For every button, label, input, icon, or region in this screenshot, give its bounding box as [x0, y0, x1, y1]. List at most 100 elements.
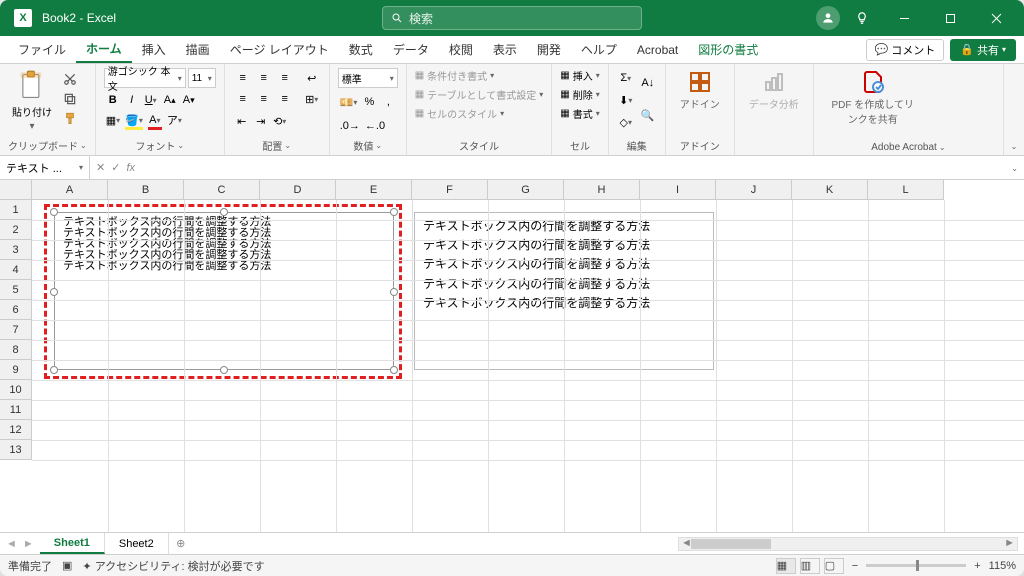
row-header[interactable]: 10	[0, 380, 32, 400]
accessibility-status[interactable]: ✦ アクセシビリティ: 検討が必要です	[82, 558, 264, 574]
expand-formula-icon[interactable]: ⌄	[1005, 162, 1024, 174]
number-format-select[interactable]: 標準▾	[338, 68, 398, 88]
row-header[interactable]: 6	[0, 300, 32, 320]
merge-cells-icon[interactable]: ⊞▾	[303, 89, 321, 109]
tab-表示[interactable]: 表示	[483, 36, 527, 63]
fx-icon[interactable]: fx	[126, 162, 135, 174]
decrease-font-icon[interactable]: A▾	[180, 90, 198, 110]
find-select-icon[interactable]: 🔍	[639, 100, 657, 130]
close-button[interactable]	[976, 0, 1016, 36]
autosum-icon[interactable]: Σ▾	[617, 68, 635, 88]
italic-button[interactable]: I	[123, 90, 141, 110]
create-pdf-button[interactable]: PDF を作成してリンクを共有	[822, 68, 924, 128]
textbox-compact[interactable]: テキストボックス内の行間を調整する方法テキストボックス内の行間を調整する方法テキ…	[54, 212, 394, 370]
normal-view-icon[interactable]: ▦	[776, 558, 796, 574]
comments-button[interactable]: 💬 コメント	[866, 39, 945, 61]
comma-icon[interactable]: ,	[379, 92, 397, 112]
font-size-select[interactable]: 11▾	[188, 68, 216, 88]
font-name-select[interactable]: 游ゴシック 本文▾	[104, 68, 186, 88]
format-as-table-button[interactable]: ▦ テーブルとして書式設定 ▾	[415, 87, 544, 102]
tab-図形の書式[interactable]: 図形の書式	[688, 36, 768, 63]
conditional-format-button[interactable]: ▦ 条件付き書式 ▾	[415, 68, 494, 83]
column-header[interactable]: B	[108, 180, 184, 200]
tab-数式[interactable]: 数式	[339, 36, 383, 63]
resize-handle[interactable]	[390, 366, 398, 374]
row-header[interactable]: 3	[0, 240, 32, 260]
tab-ファイル[interactable]: ファイル	[8, 36, 76, 63]
fill-color-button[interactable]: 🪣▾	[123, 110, 145, 130]
format-cells-button[interactable]: ▦ 書式 ▾	[560, 106, 599, 121]
cancel-icon[interactable]: ✕	[96, 161, 105, 174]
tab-データ[interactable]: データ	[383, 36, 439, 63]
tab-ヘルプ[interactable]: ヘルプ	[571, 36, 627, 63]
align-right-icon[interactable]: ≡	[275, 89, 295, 109]
addin-button[interactable]: アドイン	[674, 68, 726, 113]
add-sheet-button[interactable]: ⊕	[169, 537, 193, 550]
row-header[interactable]: 7	[0, 320, 32, 340]
zoom-out-button[interactable]: −	[852, 560, 858, 572]
column-header[interactable]: J	[716, 180, 792, 200]
sort-filter-icon[interactable]: A↓	[639, 68, 657, 98]
cut-icon[interactable]	[60, 70, 80, 88]
underline-button[interactable]: U▾	[142, 90, 160, 110]
user-avatar[interactable]	[816, 6, 840, 30]
decrease-decimal-icon[interactable]: ←.0	[363, 116, 387, 136]
sheet-tab[interactable]: Sheet1	[40, 533, 105, 554]
phonetic-button[interactable]: ア▾	[165, 110, 184, 130]
tab-描画[interactable]: 描画	[176, 36, 220, 63]
row-header[interactable]: 2	[0, 220, 32, 240]
name-box[interactable]: テキスト ...▾	[0, 156, 90, 179]
search-box[interactable]: 検索	[382, 6, 642, 30]
spreadsheet-grid[interactable]: ABCDEFGHIJKL 12345678910111213 テキストボックス内…	[0, 180, 1024, 532]
copy-icon[interactable]	[60, 90, 80, 108]
maximize-button[interactable]	[930, 0, 970, 36]
align-left-icon[interactable]: ≡	[233, 89, 253, 109]
row-header[interactable]: 4	[0, 260, 32, 280]
sheet-tab[interactable]: Sheet2	[105, 533, 169, 554]
column-header[interactable]: I	[640, 180, 716, 200]
column-header[interactable]: G	[488, 180, 564, 200]
delete-cells-button[interactable]: ▦ 削除 ▾	[560, 87, 599, 102]
share-button[interactable]: 🔒 共有 ▾	[950, 39, 1016, 61]
page-break-view-icon[interactable]: ▢	[824, 558, 844, 574]
row-header[interactable]: 11	[0, 400, 32, 420]
increase-decimal-icon[interactable]: .0→	[338, 116, 362, 136]
increase-font-icon[interactable]: A▴	[161, 90, 179, 110]
zoom-level[interactable]: 115%	[989, 560, 1016, 572]
column-header[interactable]: E	[336, 180, 412, 200]
zoom-in-button[interactable]: +	[974, 560, 980, 572]
row-header[interactable]: 8	[0, 340, 32, 360]
align-center-icon[interactable]: ≡	[254, 89, 274, 109]
zoom-slider[interactable]	[866, 564, 966, 567]
cell-styles-button[interactable]: ▦ セルのスタイル ▾	[415, 106, 504, 121]
align-middle-icon[interactable]: ≡	[254, 68, 274, 88]
row-header[interactable]: 13	[0, 440, 32, 460]
lightbulb-icon[interactable]	[846, 2, 878, 34]
resize-handle[interactable]	[50, 366, 58, 374]
tab-開発[interactable]: 開発	[527, 36, 571, 63]
resize-handle[interactable]	[220, 366, 228, 374]
orientation-icon[interactable]: ⟲▾	[271, 111, 289, 131]
fill-icon[interactable]: ⬇▾	[617, 90, 635, 110]
column-header[interactable]: D	[260, 180, 336, 200]
resize-handle[interactable]	[50, 288, 58, 296]
column-header[interactable]: L	[868, 180, 944, 200]
align-top-icon[interactable]: ≡	[233, 68, 253, 88]
sheet-next-icon[interactable]: ►	[23, 538, 34, 550]
insert-cells-button[interactable]: ▦ 挿入 ▾	[560, 68, 599, 83]
resize-handle[interactable]	[390, 288, 398, 296]
indent-decrease-icon[interactable]: ⇤	[233, 111, 251, 131]
row-header[interactable]: 5	[0, 280, 32, 300]
paste-button[interactable]: 貼り付け▾	[8, 68, 56, 134]
column-header[interactable]: F	[412, 180, 488, 200]
wrap-text-icon[interactable]: ↩	[303, 68, 321, 88]
confirm-icon[interactable]: ✓	[111, 161, 120, 174]
tab-ホーム[interactable]: ホーム	[76, 36, 132, 63]
bold-button[interactable]: B	[104, 90, 122, 110]
page-layout-view-icon[interactable]: ▥	[800, 558, 820, 574]
tab-ページ レイアウト[interactable]: ページ レイアウト	[220, 36, 339, 63]
align-bottom-icon[interactable]: ≡	[275, 68, 295, 88]
row-header[interactable]: 12	[0, 420, 32, 440]
column-header[interactable]: C	[184, 180, 260, 200]
select-all-corner[interactable]	[0, 180, 32, 200]
